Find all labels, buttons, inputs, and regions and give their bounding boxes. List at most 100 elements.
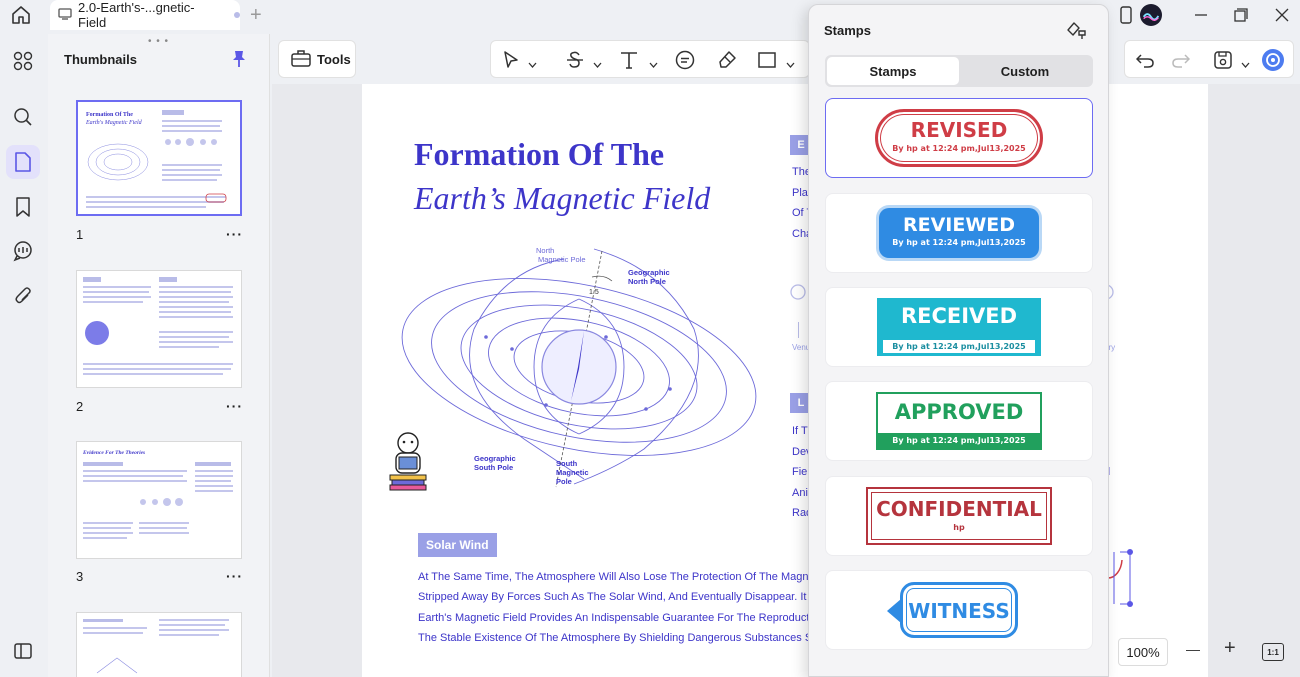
- placed-stamp-selection[interactable]: [1106, 548, 1136, 608]
- thumbnails-title: Thumbnails: [64, 52, 137, 67]
- thumbnail-more-button[interactable]: ···: [226, 568, 243, 584]
- bookmark-icon[interactable]: [6, 190, 40, 224]
- svg-text:Earth's Magnetic Field: Earth's Magnetic Field: [85, 120, 143, 126]
- label-north-magnetic: North: [536, 246, 554, 255]
- tab-custom[interactable]: Custom: [959, 57, 1091, 85]
- label-north-magnetic-2: Magnetic Pole: [538, 255, 586, 264]
- thumbnail-page-4[interactable]: [76, 612, 242, 677]
- chevron-down-icon[interactable]: [649, 55, 658, 73]
- phone-sync-icon[interactable]: [1115, 4, 1137, 26]
- stamp-received[interactable]: RECEIVED By hp at 12:24 pm,Jul13,2025: [825, 287, 1093, 367]
- thumbnail-more-button[interactable]: ···: [226, 226, 243, 242]
- thumbnail-more-button[interactable]: ···: [226, 398, 243, 414]
- chevron-down-icon[interactable]: [593, 55, 602, 73]
- svg-text:Evidence For The Theories: Evidence For The Theories: [82, 450, 145, 456]
- thumbnail-page-3[interactable]: Evidence For The Theories: [76, 441, 242, 559]
- tab-stamps[interactable]: Stamps: [827, 57, 959, 85]
- side-text-line[interactable]: If T: [792, 425, 808, 437]
- chevron-down-icon[interactable]: [786, 55, 795, 73]
- tools-label: Tools: [317, 51, 351, 67]
- stamp-revised[interactable]: REVISED By hp at 12:24 pm,Jul13,2025: [825, 98, 1093, 178]
- stamp-witness-graphic: WITNESS: [887, 582, 1018, 638]
- stamp-confidential-graphic: CONFIDENTIAL hp: [866, 487, 1052, 545]
- new-tab-button[interactable]: +: [250, 4, 262, 27]
- annotation-toolbar: [490, 40, 810, 78]
- stamp-label: RECEIVED: [900, 304, 1018, 328]
- mascot-illustration: [389, 432, 427, 491]
- stamp-subtext: By hp at 12:24 pm,Jul13,2025: [878, 433, 1040, 448]
- left-icon-rail: [0, 34, 46, 677]
- zoom-bar: 100% — + 1:1: [1110, 634, 1300, 670]
- comment-bubble-icon[interactable]: [673, 48, 697, 72]
- document-title-line2[interactable]: Earth’s Magnetic Field: [414, 180, 710, 217]
- stamps-panel-title: Stamps: [824, 23, 871, 38]
- grid-icon[interactable]: [6, 44, 40, 78]
- stamp-subtext: hp: [953, 523, 965, 532]
- toolbox-icon: [291, 49, 311, 70]
- tools-button[interactable]: Tools: [278, 40, 356, 78]
- panel-resize-grip[interactable]: • • •: [148, 36, 169, 47]
- chevron-down-icon[interactable]: [528, 55, 537, 73]
- stamps-tab-switch: Stamps Custom: [825, 55, 1093, 87]
- maximize-icon[interactable]: [1230, 4, 1252, 26]
- thumbnails-panel: • • • Thumbnails Formation Of The Earth'…: [48, 34, 270, 677]
- attachment-icon[interactable]: [6, 280, 40, 314]
- label-geo-south-2: South Pole: [474, 463, 513, 472]
- planet-tick: [798, 322, 799, 338]
- highlighter-icon[interactable]: [715, 48, 739, 72]
- pages-icon[interactable]: [6, 145, 40, 179]
- side-text-line[interactable]: Ani: [792, 487, 808, 499]
- stamp-label: REVIEWED: [902, 214, 1016, 236]
- thumbnail-page-1[interactable]: Formation Of The Earth's Magnetic Field: [76, 100, 242, 216]
- select-arrow-icon[interactable]: [499, 48, 523, 72]
- stamp-confidential[interactable]: CONFIDENTIAL hp: [825, 476, 1093, 556]
- unsaved-dot: [234, 12, 240, 18]
- document-title-line1[interactable]: Formation Of The: [414, 136, 664, 173]
- stamp-label: CONFIDENTIAL: [876, 497, 1042, 521]
- pin-icon[interactable]: [231, 50, 247, 73]
- stamp-revised-graphic: REVISED By hp at 12:24 pm,Jul13,2025: [875, 109, 1043, 167]
- thumbnail-page-number: 3: [76, 569, 84, 584]
- avatar[interactable]: [1140, 4, 1162, 26]
- redo-icon[interactable]: [1169, 48, 1193, 72]
- solar-wind-badge[interactable]: Solar Wind: [418, 533, 497, 557]
- stamp-reviewed-graphic: REVIEWED By hp at 12:24 pm,Jul13,2025: [879, 208, 1039, 258]
- zoom-in-button[interactable]: +: [1224, 637, 1236, 660]
- label-geo-north-2: North Pole: [628, 277, 666, 286]
- body-text-line[interactable]: Stripped Away By Forces Such As The Sola…: [418, 591, 863, 603]
- body-text-line[interactable]: Earth's Magnetic Field Provides An Indis…: [418, 612, 871, 624]
- stamp-approved-graphic: APPROVED By hp at 12:24 pm,Jul13,2025: [876, 392, 1042, 450]
- strikethrough-icon[interactable]: [563, 48, 587, 72]
- stamp-label: APPROVED: [894, 400, 1024, 424]
- stamp-reviewed[interactable]: REVIEWED By hp at 12:24 pm,Jul13,2025: [825, 193, 1093, 273]
- sidebar-toggle-icon[interactable]: [6, 634, 40, 668]
- stamps-panel: Stamps Stamps Custom REVISED By hp at 12…: [808, 4, 1109, 677]
- home-icon[interactable]: [10, 4, 34, 26]
- stamp-subtext: By hp at 12:24 pm,Jul13,2025: [892, 238, 1026, 247]
- stamp-witness[interactable]: WITNESS: [825, 570, 1093, 650]
- magnetic-field-diagram[interactable]: North Magnetic Pole Geographic North Pol…: [384, 239, 774, 499]
- stamp-approved[interactable]: APPROVED By hp at 12:24 pm,Jul13,2025: [825, 381, 1093, 461]
- ai-assistant-icon[interactable]: [1261, 48, 1285, 72]
- rectangle-icon[interactable]: [755, 48, 779, 72]
- thumbnail-page-number: 1: [76, 227, 84, 242]
- zoom-level[interactable]: 100%: [1118, 638, 1168, 666]
- history-toolbar: [1124, 40, 1294, 78]
- close-icon[interactable]: [1271, 4, 1293, 26]
- comment-icon[interactable]: [6, 234, 40, 268]
- undo-icon[interactable]: [1133, 48, 1157, 72]
- chevron-down-icon[interactable]: [1241, 55, 1250, 73]
- thumbnail-page-2[interactable]: [76, 270, 242, 388]
- zoom-out-button[interactable]: —: [1186, 641, 1200, 657]
- document-canvas[interactable]: Formation Of The Earth’s Magnetic Field: [272, 84, 1300, 677]
- fit-page-icon[interactable]: 1:1: [1262, 643, 1284, 661]
- stamp-settings-icon[interactable]: [1065, 19, 1087, 46]
- search-icon[interactable]: [6, 100, 40, 134]
- svg-text:Formation Of The: Formation Of The: [86, 112, 133, 118]
- body-text-line[interactable]: The Stable Existence Of The Atmosphere B…: [418, 632, 864, 644]
- save-icon[interactable]: [1211, 48, 1235, 72]
- body-text-line[interactable]: At The Same Time, The Atmosphere Will Al…: [418, 571, 862, 583]
- text-icon[interactable]: [617, 48, 641, 72]
- document-tab[interactable]: 2.0-Earth's-...gnetic-Field: [50, 0, 240, 30]
- minimize-icon[interactable]: [1190, 4, 1212, 26]
